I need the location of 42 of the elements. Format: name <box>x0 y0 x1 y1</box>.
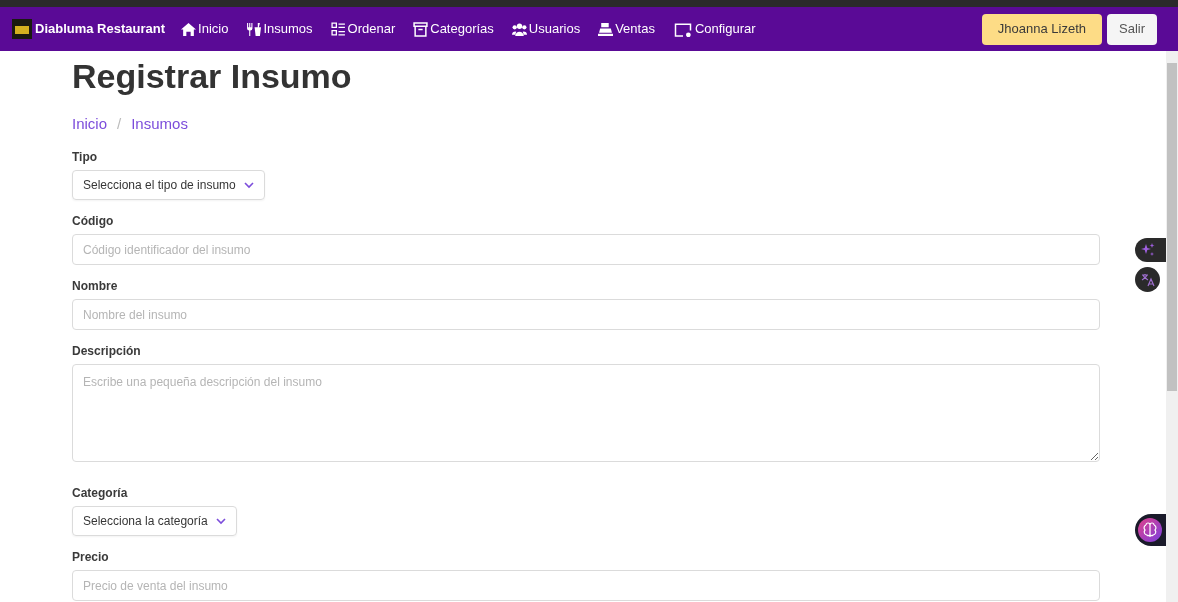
nav-link[interactable]: Insumos <box>246 19 313 39</box>
checklist-icon <box>330 21 346 37</box>
field-label: Categoría <box>72 485 129 499</box>
nav-link[interactable]: Categorías <box>413 19 494 39</box>
field-label: Nombre <box>72 278 119 292</box>
scrollbar-thumb[interactable] <box>1167 63 1177 391</box>
translate-icon <box>1140 272 1155 287</box>
select-dropdown[interactable]: Selecciona la categoría <box>72 506 237 536</box>
input-field[interactable]: Nombre del insumo <box>72 299 1100 330</box>
chevron-down-icon <box>243 181 254 189</box>
nav-link[interactable]: Configurar <box>672 19 756 39</box>
breadcrumb-separator: / <box>117 113 122 134</box>
field-label: Tipo <box>72 149 99 163</box>
field-label: Descripción <box>72 343 142 357</box>
ai-sparkle-button[interactable] <box>1135 238 1167 262</box>
input-field[interactable]: Código identificador del insumo <box>72 234 1100 265</box>
field-label: Código <box>72 213 115 227</box>
users-icon <box>511 21 527 37</box>
nav-link[interactable]: Ordenar <box>330 19 396 39</box>
page-title: Registrar Insumo <box>72 56 353 97</box>
brain-icon <box>1138 518 1162 542</box>
nav-link[interactable]: Inicio <box>181 19 229 39</box>
breadcrumb-link[interactable]: Inicio <box>72 112 108 136</box>
user-button[interactable]: Jhoanna Lizeth <box>981 13 1102 45</box>
brand-link[interactable]: Diabluma Restaurant <box>35 19 166 39</box>
select-dropdown[interactable]: Selecciona el tipo de insumo <box>72 170 265 200</box>
logo-icon <box>12 19 32 39</box>
logout-button[interactable]: Salir <box>1107 13 1157 45</box>
brain-button[interactable] <box>1135 514 1167 546</box>
nav-link[interactable]: Usuarios <box>511 19 581 39</box>
translate-button[interactable] <box>1135 267 1160 292</box>
breadcrumb-link[interactable]: Insumos <box>131 112 188 136</box>
input-field[interactable]: Precio de venta del insumo <box>72 570 1100 601</box>
archive-icon <box>413 21 429 37</box>
field-label: Precio <box>72 549 110 563</box>
utensils-icon <box>246 21 262 37</box>
text-area[interactable]: Escribe una pequeña descripción del insumo <box>72 364 1100 462</box>
sparkle-icon <box>1141 243 1155 257</box>
house-icon <box>181 21 197 37</box>
chevron-down-icon <box>215 517 226 525</box>
nav-link[interactable]: Ventas <box>598 19 655 39</box>
cash-register-icon <box>598 21 614 37</box>
